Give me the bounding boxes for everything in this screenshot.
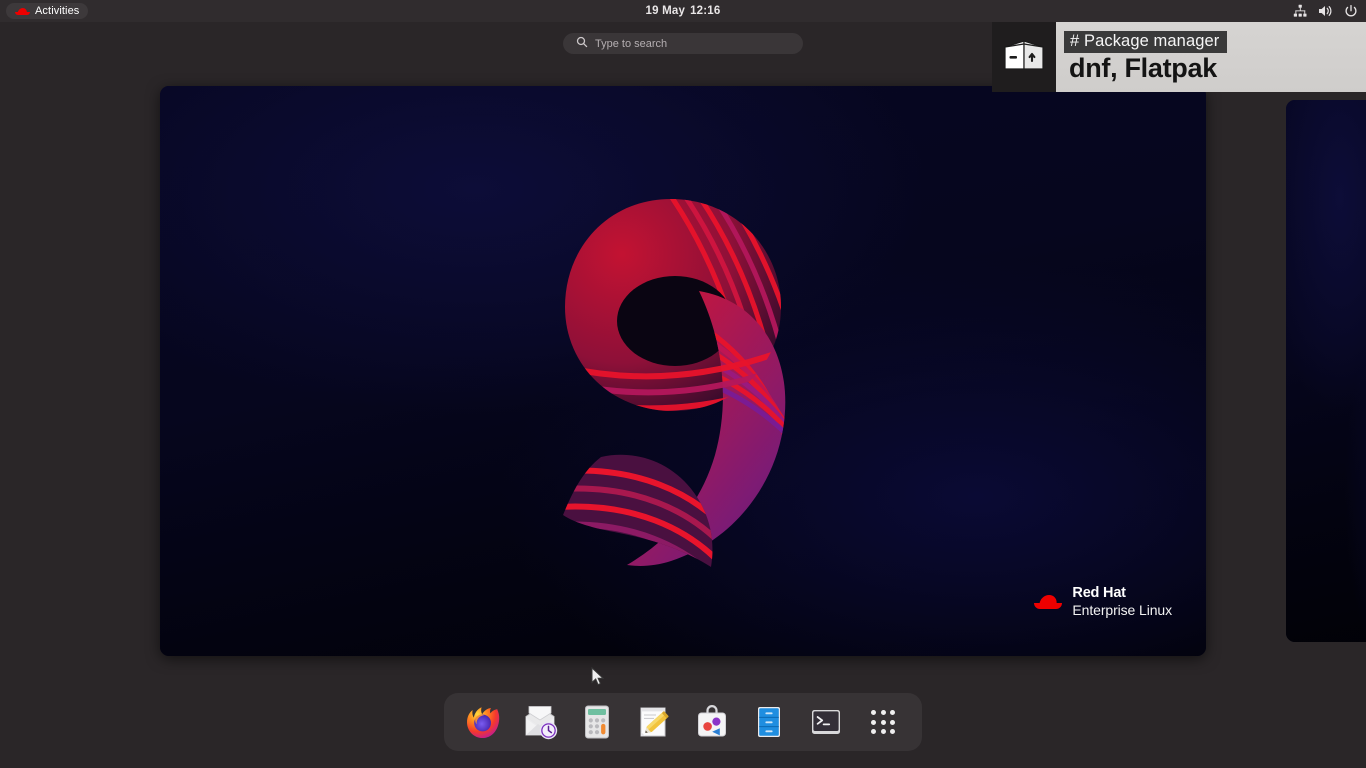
volume-icon[interactable] <box>1318 4 1333 18</box>
overlay-kicker: # Package manager <box>1064 31 1228 54</box>
dock-item-text-editor[interactable] <box>626 693 683 751</box>
rhel9-nine-graphic <box>503 171 863 571</box>
terminal-icon <box>806 702 846 742</box>
dock-item-firefox[interactable] <box>454 693 511 751</box>
brand-line-1: Red Hat <box>1072 585 1126 602</box>
workspace-preview-next[interactable] <box>1286 100 1366 642</box>
dock-item-calculator[interactable] <box>569 693 626 751</box>
clock-date: 19 May <box>645 5 686 17</box>
power-icon[interactable] <box>1344 4 1358 18</box>
status-area[interactable] <box>1293 0 1358 22</box>
search-icon <box>576 35 588 53</box>
mail-clock-icon <box>520 702 560 742</box>
workspace-preview-current[interactable]: Red Hat Enterprise Linux <box>160 86 1206 656</box>
shopping-bag-icon <box>692 702 732 742</box>
overlay-icon-pane <box>992 22 1056 92</box>
dock-item-files[interactable] <box>740 693 797 751</box>
search-input[interactable]: Type to search <box>563 33 803 54</box>
dock-item-software[interactable] <box>683 693 740 751</box>
calculator-icon <box>577 702 617 742</box>
package-box-icon <box>1001 35 1047 80</box>
redhat-fedora-logo-icon <box>1034 592 1063 611</box>
package-manager-overlay-card[interactable]: # Package manager dnf, Flatpak <box>992 22 1366 92</box>
dock-item-evolution[interactable] <box>511 693 568 751</box>
top-bar: Activities 19 May 12:16 <box>0 0 1366 22</box>
overlay-body: # Package manager dnf, Flatpak <box>1056 22 1366 92</box>
search-placeholder: Type to search <box>595 37 668 50</box>
dock-item-show-apps[interactable] <box>855 693 912 751</box>
clock-button[interactable]: 19 May 12:16 <box>0 0 1366 22</box>
mouse-cursor <box>591 666 605 687</box>
overlay-headline: dnf, Flatpak <box>1069 53 1217 84</box>
app-grid-icon <box>871 710 896 734</box>
clock-time: 12:16 <box>690 5 721 17</box>
brand-line-2: Enterprise Linux <box>1072 601 1172 618</box>
firefox-icon <box>463 702 503 742</box>
rhel-brand-lockup: Red Hat Enterprise Linux <box>1034 585 1172 618</box>
dock <box>444 693 922 751</box>
notepad-pencil-icon <box>634 702 674 742</box>
wallpaper-next <box>1286 100 1366 642</box>
desktop-overview-screen: Activities 19 May 12:16 Type to search R… <box>0 0 1366 768</box>
wallpaper: Red Hat Enterprise Linux <box>160 86 1206 656</box>
file-cabinet-icon <box>749 702 789 742</box>
network-wired-icon[interactable] <box>1293 4 1307 18</box>
dock-item-terminal[interactable] <box>798 693 855 751</box>
